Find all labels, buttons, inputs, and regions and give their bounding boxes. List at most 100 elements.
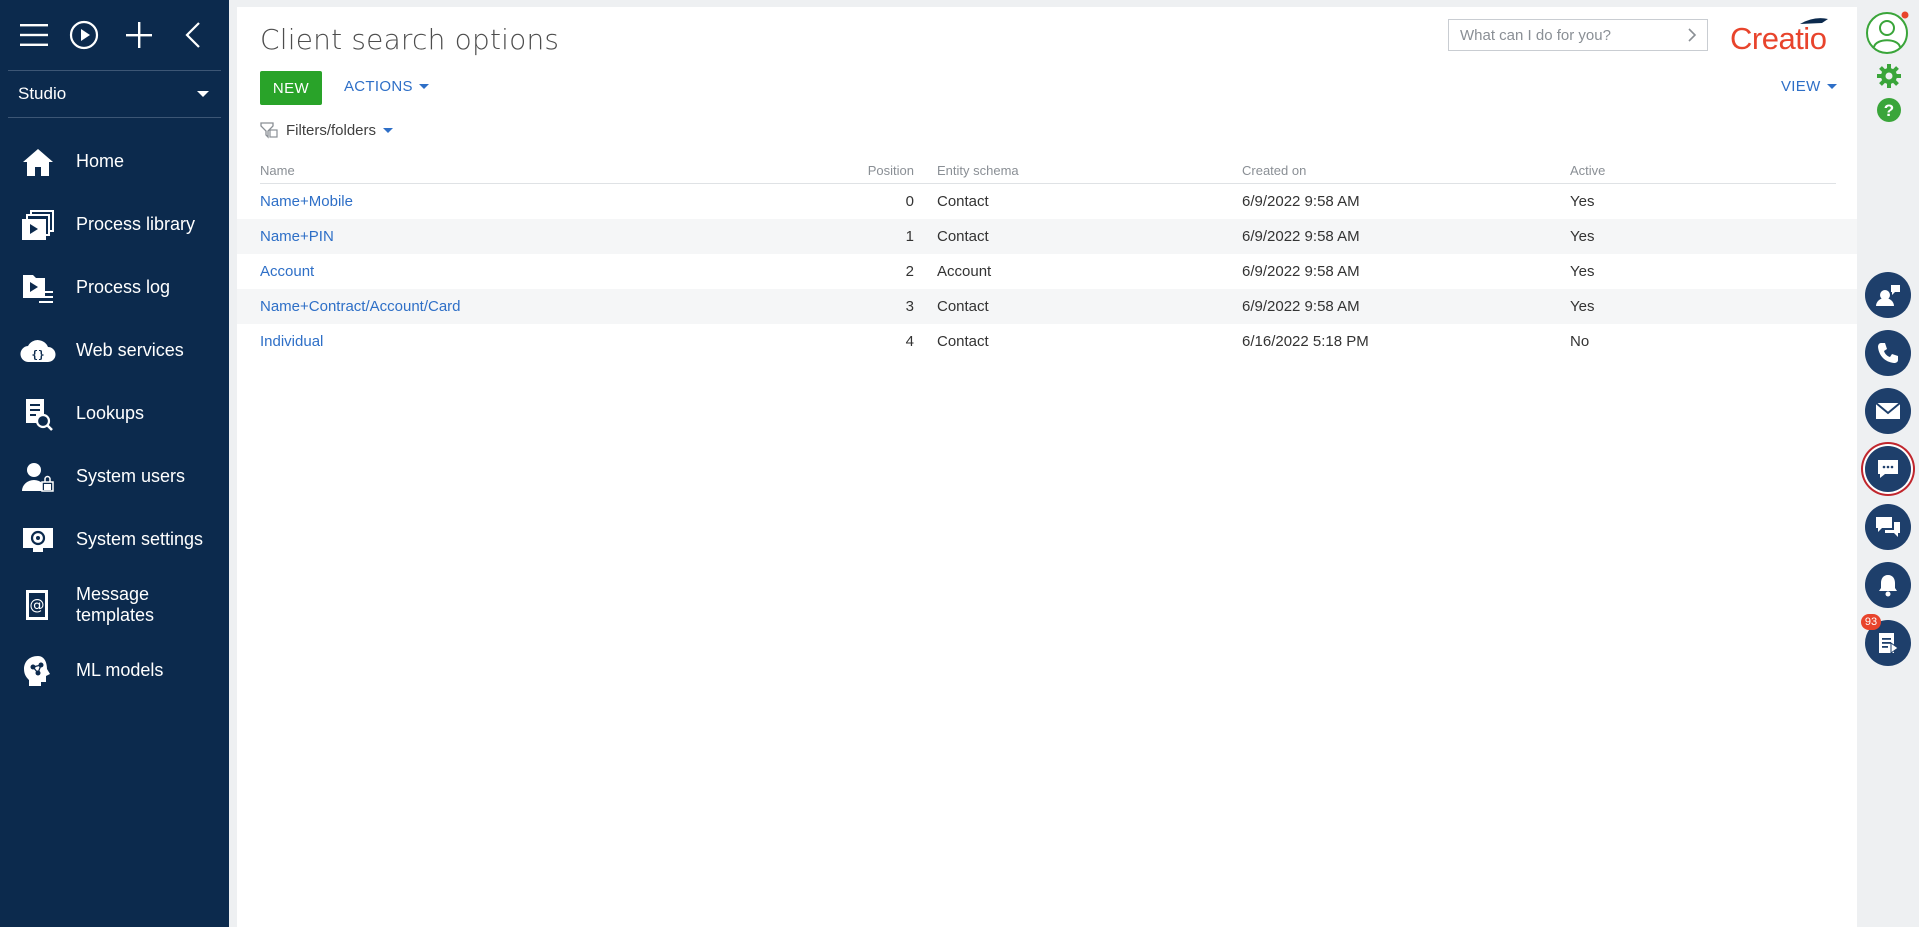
chevron-down-icon xyxy=(383,128,394,133)
table-row[interactable]: Individual 4 Contact 6/16/2022 5:18 PM N… xyxy=(237,324,1857,359)
sidebar-item-label: Process log xyxy=(76,277,171,297)
process-log-icon xyxy=(18,268,58,308)
new-button[interactable]: NEW xyxy=(260,71,322,105)
sidebar-toolbar xyxy=(0,0,229,70)
command-search-input[interactable]: What can I do for you? xyxy=(1448,19,1708,51)
chevron-right-icon[interactable] xyxy=(1688,28,1697,42)
sidebar-item-label: Web services xyxy=(76,340,184,360)
creatio-logo: Creatio xyxy=(1730,21,1827,56)
sidebar-item-system-settings[interactable]: System settings xyxy=(0,508,229,571)
chevron-down-icon xyxy=(1826,84,1837,89)
row-entity-schema: Contact xyxy=(937,193,989,210)
sidebar-item-label: Home xyxy=(76,151,125,171)
sidebar-item-process-log[interactable]: Process log xyxy=(0,256,229,319)
chevron-down-icon xyxy=(197,91,209,97)
run-process-icon[interactable] xyxy=(66,15,102,55)
records-grid: Name Position Entity schema Created on A… xyxy=(237,157,1857,359)
sidebar-item-label: Message templates xyxy=(76,584,155,625)
sidebar-item-process-library[interactable]: Process library xyxy=(0,193,229,256)
row-active: Yes xyxy=(1570,298,1595,315)
table-row[interactable]: Name+PIN 1 Contact 6/9/2022 9:58 AM Yes xyxy=(237,219,1857,254)
column-header-active[interactable]: Active xyxy=(1570,163,1836,178)
sidebar-item-web-services[interactable]: {} Web services xyxy=(0,319,229,382)
collapse-sidebar-icon[interactable] xyxy=(175,15,211,55)
column-header-created-on[interactable]: Created on xyxy=(1242,163,1570,178)
row-active: Yes xyxy=(1570,228,1595,245)
row-position: 4 xyxy=(905,333,914,350)
row-active: Yes xyxy=(1570,193,1595,210)
row-created-on: 6/16/2022 5:18 PM xyxy=(1242,333,1369,350)
chat-button[interactable] xyxy=(1865,446,1911,492)
process-library-icon xyxy=(18,205,58,245)
column-header-name[interactable]: Name xyxy=(260,163,830,178)
row-created-on: 6/9/2022 9:58 AM xyxy=(1242,228,1360,245)
ccc-agent-button[interactable] xyxy=(1865,272,1911,318)
row-name-link[interactable]: Name+Mobile xyxy=(260,193,830,210)
email-button[interactable] xyxy=(1865,388,1911,434)
row-created-on: 6/9/2022 9:58 AM xyxy=(1242,193,1360,210)
row-entity-schema: Contact xyxy=(937,228,989,245)
main-content: Client search options What can I do for … xyxy=(237,7,1857,927)
workplace-label: Studio xyxy=(18,84,67,103)
sidebar-item-message-templates[interactable]: @ Message templates xyxy=(0,571,229,639)
sidebar-item-label: ML models xyxy=(76,660,164,680)
feed-button[interactable] xyxy=(1865,504,1911,550)
row-name-link[interactable]: Name+PIN xyxy=(260,228,830,245)
sidebar-menu: Home Process library Process log {} Web … xyxy=(0,130,229,702)
ml-models-icon xyxy=(18,651,58,691)
actions-button[interactable]: ACTIONS xyxy=(344,78,429,95)
row-position: 2 xyxy=(905,263,914,280)
gear-icon[interactable] xyxy=(1876,63,1902,89)
right-communication-panel: ? 93 xyxy=(1857,0,1919,927)
row-name-link[interactable]: Name+Contract/Account/Card xyxy=(260,298,830,315)
sidebar-item-home[interactable]: Home xyxy=(0,130,229,193)
row-name-link[interactable]: Account xyxy=(260,263,830,280)
row-name-link[interactable]: Individual xyxy=(260,333,830,350)
row-active: Yes xyxy=(1570,263,1595,280)
home-icon xyxy=(18,142,58,182)
svg-text:@: @ xyxy=(30,596,45,614)
workplace-selector[interactable]: Studio xyxy=(8,70,221,118)
table-row[interactable]: Name+Contract/Account/Card 3 Contact 6/9… xyxy=(237,289,1857,324)
notifications-button[interactable] xyxy=(1865,562,1911,608)
grid-header: Name Position Entity schema Created on A… xyxy=(260,157,1836,184)
tasks-icon xyxy=(1879,633,1899,654)
system-settings-icon xyxy=(18,520,58,560)
process-tasks-button[interactable]: 93 xyxy=(1861,614,1911,666)
svg-text:{}: {} xyxy=(31,348,44,361)
sidebar: Studio Home Process library Process log … xyxy=(0,0,229,927)
sidebar-item-ml-models[interactable]: ML models xyxy=(0,639,229,702)
hamburger-menu-icon[interactable] xyxy=(16,15,52,55)
sidebar-item-lookups[interactable]: Lookups xyxy=(0,382,229,445)
mail-icon xyxy=(1875,402,1901,419)
phone-icon xyxy=(1878,343,1898,363)
chevron-down-icon xyxy=(418,84,429,89)
filter-icon xyxy=(260,122,278,139)
sidebar-item-system-users[interactable]: System users xyxy=(0,445,229,508)
agent-icon xyxy=(1876,285,1900,306)
page-title: Client search options xyxy=(260,23,560,56)
table-row[interactable]: Name+Mobile 0 Contact 6/9/2022 9:58 AM Y… xyxy=(237,184,1857,219)
logo-swoosh-icon xyxy=(1800,18,1828,24)
sidebar-item-label: System settings xyxy=(76,529,204,549)
system-users-icon xyxy=(18,457,58,497)
phone-button[interactable] xyxy=(1865,330,1911,376)
actions-label: ACTIONS xyxy=(344,78,413,95)
filters-folders-button[interactable]: Filters/folders xyxy=(260,122,394,139)
row-active: No xyxy=(1570,333,1590,350)
table-row[interactable]: Account 2 Account 6/9/2022 9:58 AM Yes xyxy=(237,254,1857,289)
row-entity-schema: Contact xyxy=(937,298,989,315)
sidebar-item-label: System users xyxy=(76,466,186,486)
add-icon[interactable] xyxy=(121,15,157,55)
row-position: 3 xyxy=(905,298,914,315)
column-header-entity-schema[interactable]: Entity schema xyxy=(914,163,1242,178)
row-created-on: 6/9/2022 9:58 AM xyxy=(1242,263,1360,280)
help-icon[interactable]: ? xyxy=(1876,97,1902,123)
view-button[interactable]: VIEW xyxy=(1781,78,1837,95)
row-position: 1 xyxy=(905,228,914,245)
row-created-on: 6/9/2022 9:58 AM xyxy=(1242,298,1360,315)
user-profile-avatar[interactable] xyxy=(1865,10,1911,56)
feed-icon xyxy=(1876,517,1900,537)
web-services-icon: {} xyxy=(18,331,58,371)
column-header-position[interactable]: Position xyxy=(830,163,914,178)
